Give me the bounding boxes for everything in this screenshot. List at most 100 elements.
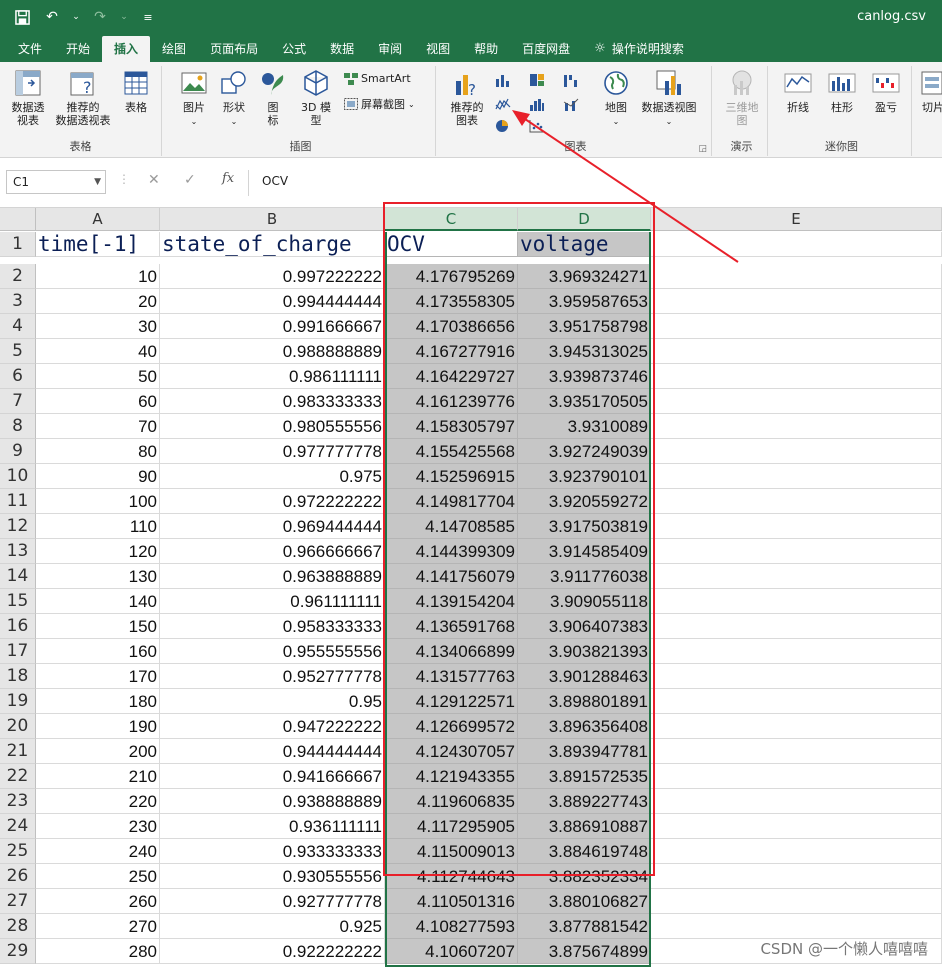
cell-c20[interactable]: 4.126699572 (385, 714, 518, 739)
cell-d11[interactable]: 3.920559272 (518, 489, 651, 514)
cell-a10[interactable]: 90 (36, 464, 160, 489)
cell-c19[interactable]: 4.129122571 (385, 689, 518, 714)
cell-e26[interactable] (651, 864, 942, 889)
cell-d18[interactable]: 3.901288463 (518, 664, 651, 689)
row-header[interactable]: 26 (0, 864, 36, 889)
cell-a12[interactable]: 110 (36, 514, 160, 539)
line-chart-icon[interactable] (492, 94, 514, 114)
cell-d8[interactable]: 3.9310089 (518, 414, 651, 439)
row-header[interactable]: 5 (0, 339, 36, 364)
cell-a13[interactable]: 120 (36, 539, 160, 564)
cell-c25[interactable]: 4.115009013 (385, 839, 518, 864)
cell-a23[interactable]: 220 (36, 789, 160, 814)
row-header[interactable]: 21 (0, 739, 36, 764)
cell-e18[interactable] (651, 664, 942, 689)
statistic-chart-icon[interactable] (526, 94, 548, 114)
cell-d14[interactable]: 3.911776038 (518, 564, 651, 589)
cell-d9[interactable]: 3.927249039 (518, 439, 651, 464)
cell-d13[interactable]: 3.914585409 (518, 539, 651, 564)
redo-icon[interactable]: ↷ (90, 7, 110, 27)
insert-function-icon[interactable]: fx (222, 171, 234, 186)
cell-c24[interactable]: 4.117295905 (385, 814, 518, 839)
row-header[interactable]: 28 (0, 914, 36, 939)
smartart-button[interactable]: SmartArt (344, 72, 411, 85)
cell-b18[interactable]: 0.952777778 (160, 664, 385, 689)
cell-d26[interactable]: 3.882352334 (518, 864, 651, 889)
pivot-chart-button[interactable]: 数据透视图 ⌄ (636, 68, 702, 128)
redo-dropdown-icon[interactable]: ⌄ (120, 7, 128, 27)
cell-e10[interactable] (651, 464, 942, 489)
cell-c27[interactable]: 4.110501316 (385, 889, 518, 914)
tab-baidu-netdisk[interactable]: 百度网盘 (510, 36, 582, 62)
pivot-table-button[interactable]: 数据透 视表 (6, 68, 50, 127)
tab-page-layout[interactable]: 页面布局 (198, 36, 270, 62)
tab-insert[interactable]: 插入 (102, 36, 151, 62)
cell-a6[interactable]: 50 (36, 364, 160, 389)
cell-c16[interactable]: 4.136591768 (385, 614, 518, 639)
cell-a2[interactable]: 10 (36, 264, 160, 289)
hierarchy-chart-icon[interactable] (526, 70, 548, 90)
row-header[interactable]: 17 (0, 639, 36, 664)
cell-a18[interactable]: 170 (36, 664, 160, 689)
cell-a25[interactable]: 240 (36, 839, 160, 864)
charts-dialog-launcher-icon[interactable]: ◲ (698, 144, 707, 154)
cell-d25[interactable]: 3.884619748 (518, 839, 651, 864)
cell-a20[interactable]: 190 (36, 714, 160, 739)
cell-c8[interactable]: 4.158305797 (385, 414, 518, 439)
tab-file[interactable]: 文件 (6, 36, 54, 62)
cell-e16[interactable] (651, 614, 942, 639)
cell-e28[interactable] (651, 914, 942, 939)
cell-e3[interactable] (651, 289, 942, 314)
cell-a24[interactable]: 230 (36, 814, 160, 839)
cell-c6[interactable]: 4.164229727 (385, 364, 518, 389)
cell-e19[interactable] (651, 689, 942, 714)
cell-c23[interactable]: 4.119606835 (385, 789, 518, 814)
cell-c7[interactable]: 4.161239776 (385, 389, 518, 414)
cell-c14[interactable]: 4.141756079 (385, 564, 518, 589)
save-icon[interactable] (12, 7, 32, 27)
combo-chart-icon[interactable] (560, 94, 582, 114)
cell-a7[interactable]: 60 (36, 389, 160, 414)
tell-me-search[interactable]: ☼ 操作说明搜索 (582, 36, 696, 62)
cell-a17[interactable]: 160 (36, 639, 160, 664)
cell-c3[interactable]: 4.173558305 (385, 289, 518, 314)
cell-e8[interactable] (651, 414, 942, 439)
cell-c10[interactable]: 4.152596915 (385, 464, 518, 489)
name-box[interactable]: C1 ▼ (6, 170, 106, 194)
cell-e9[interactable] (651, 439, 942, 464)
icons-button[interactable]: 图 标 (258, 68, 288, 127)
tab-data[interactable]: 数据 (318, 36, 366, 62)
row-header[interactable]: 15 (0, 589, 36, 614)
cell-c21[interactable]: 4.124307057 (385, 739, 518, 764)
row-header[interactable]: 13 (0, 539, 36, 564)
cell-d28[interactable]: 3.877881542 (518, 914, 651, 939)
cell-c17[interactable]: 4.134066899 (385, 639, 518, 664)
cell-a15[interactable]: 140 (36, 589, 160, 614)
row-header[interactable]: 16 (0, 614, 36, 639)
column-header-b[interactable]: B (160, 208, 385, 231)
row-header[interactable]: 18 (0, 664, 36, 689)
cell-a19[interactable]: 180 (36, 689, 160, 714)
tab-review[interactable]: 审阅 (366, 36, 414, 62)
cell-d6[interactable]: 3.939873746 (518, 364, 651, 389)
cell-a21[interactable]: 200 (36, 739, 160, 764)
cell-b15[interactable]: 0.961111111 (160, 589, 385, 614)
cell-a29[interactable]: 280 (36, 939, 160, 964)
sparkline-column-button[interactable]: 柱形 (822, 68, 862, 114)
cell-d3[interactable]: 3.959587653 (518, 289, 651, 314)
tab-help[interactable]: 帮助 (462, 36, 510, 62)
cell-a9[interactable]: 80 (36, 439, 160, 464)
tab-home[interactable]: 开始 (54, 36, 102, 62)
cell-b22[interactable]: 0.941666667 (160, 764, 385, 789)
recommended-pivot-button[interactable]: ? 推荐的 数据透视表 (52, 68, 114, 127)
formula-input[interactable]: OCV (262, 174, 288, 188)
cell-b6[interactable]: 0.986111111 (160, 364, 385, 389)
row-header[interactable]: 11 (0, 489, 36, 514)
row-header[interactable]: 23 (0, 789, 36, 814)
cell-d10[interactable]: 3.923790101 (518, 464, 651, 489)
cell-c4[interactable]: 4.170386656 (385, 314, 518, 339)
cell-b24[interactable]: 0.936111111 (160, 814, 385, 839)
cell-c11[interactable]: 4.149817704 (385, 489, 518, 514)
cell-a5[interactable]: 40 (36, 339, 160, 364)
select-all-button[interactable] (0, 208, 36, 231)
